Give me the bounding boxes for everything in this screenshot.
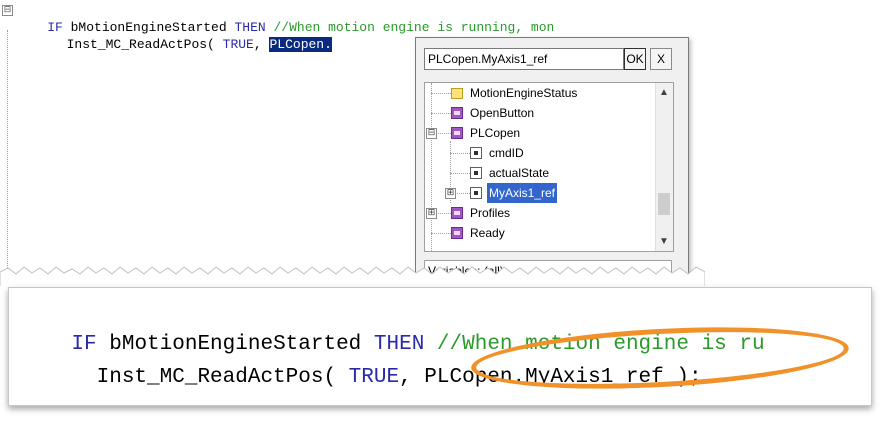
output-variable-icon — [470, 167, 482, 179]
scroll-thumb[interactable] — [658, 193, 670, 215]
scroll-down-icon[interactable]: ▼ — [659, 236, 669, 247]
code-line-1: ⊟ IF bMotionEngineStarted THEN //When mot… — [0, 4, 554, 35]
fold-guide-line — [7, 30, 8, 270]
comma: , — [253, 37, 270, 52]
close-button[interactable]: X — [650, 48, 672, 70]
struct-icon — [451, 207, 463, 219]
tree-item-profiles[interactable]: Profiles — [451, 203, 512, 223]
function-call: Inst_MC_ReadActPos( — [71, 366, 349, 389]
input-variable-icon — [470, 147, 482, 159]
collapse-icon[interactable]: ⊟ — [426, 128, 437, 139]
tree-guide-line — [450, 173, 470, 174]
tree-guide-line — [450, 153, 470, 154]
tree-guide-line — [431, 233, 451, 234]
ok-button[interactable]: OK — [624, 48, 646, 70]
expand-icon[interactable]: ⊞ — [445, 188, 456, 199]
tree-item-actualstate[interactable]: actualState — [470, 163, 551, 183]
tree-item-myaxis1-ref[interactable]: MyAxis1_ref — [470, 183, 558, 203]
tree-guide-line — [431, 93, 451, 94]
function-call: Inst_MC_ReadActPos( — [43, 37, 223, 52]
selected-text[interactable]: PLCopen. — [269, 37, 332, 52]
struct-icon — [451, 107, 463, 119]
expand-icon[interactable]: ⊞ — [426, 208, 437, 219]
tree-guide-line — [431, 83, 432, 251]
torn-edge — [0, 266, 705, 286]
symbol-search-input[interactable] — [424, 48, 624, 70]
keyword-true: TRUE — [222, 37, 254, 52]
struct-icon — [451, 127, 463, 139]
folder-icon — [451, 87, 463, 99]
autocomplete-popup: OK X MotionEngineStatus OpenButton ⊟ PLC… — [415, 37, 689, 286]
tree-item-cmdid[interactable]: cmdID — [470, 143, 526, 163]
tree-item-openbutton[interactable]: OpenButton — [451, 103, 536, 123]
tree-scrollbar[interactable]: ▲ ▼ — [655, 83, 673, 251]
tree-item-ready[interactable]: Ready — [451, 223, 507, 243]
struct-icon — [451, 227, 463, 239]
code-editor-panel: ⊟ IF bMotionEngineStarted THEN //When mot… — [0, 0, 705, 286]
keyword-true: TRUE — [348, 366, 400, 389]
collapse-icon[interactable]: ⊟ — [2, 5, 13, 16]
scroll-up-icon[interactable]: ▲ — [659, 87, 669, 98]
reference-variable-icon — [470, 187, 482, 199]
tree-item-plcopen[interactable]: PLCopen — [451, 123, 522, 143]
zoomed-code-panel: IF bMotionEngineStarted THEN //When moti… — [8, 287, 872, 406]
tree-item-motionenginestatus[interactable]: MotionEngineStatus — [451, 83, 579, 103]
tree-guide-line — [431, 113, 451, 114]
code-line-2[interactable]: Inst_MC_ReadActPos( TRUE, PLCopen. — [0, 21, 332, 52]
symbol-tree: MotionEngineStatus OpenButton ⊟ PLCopen … — [424, 82, 674, 252]
